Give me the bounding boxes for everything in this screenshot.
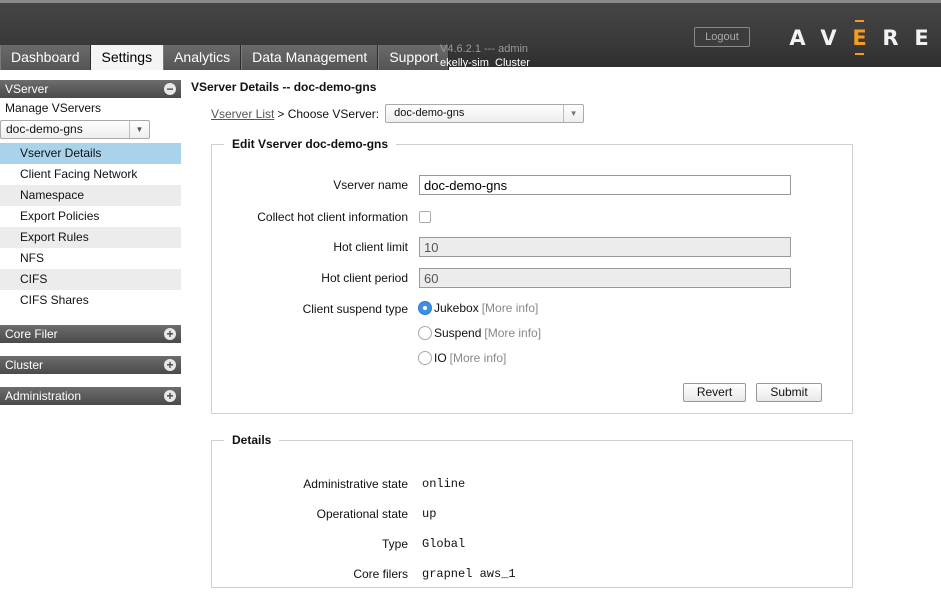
choose-vserver-value: doc-demo-gns xyxy=(394,107,464,119)
submit-button[interactable]: Submit xyxy=(756,383,822,402)
section-label: Cluster xyxy=(5,358,43,372)
sidebar-item-vserver-details[interactable]: Vserver Details xyxy=(0,143,181,164)
avere-logo: A V E R E xyxy=(782,23,937,53)
type-label: Type xyxy=(382,537,408,551)
choose-label: > Choose VServer: xyxy=(277,107,379,121)
page-title: VServer Details -- doc-demo-gns xyxy=(191,80,376,94)
logo-letter: R xyxy=(875,26,906,50)
radio-option-suspend[interactable]: Suspend [More info] xyxy=(418,326,541,340)
hot-limit-input[interactable] xyxy=(419,237,791,257)
version-text: V4.6.2.1 --- admin xyxy=(440,43,530,55)
sidebar-item-cifs[interactable]: CIFS xyxy=(0,269,181,290)
tab-analytics[interactable]: Analytics xyxy=(163,45,241,70)
expand-icon[interactable]: + xyxy=(164,390,176,402)
more-info-link[interactable]: [More info] xyxy=(482,301,539,315)
expand-icon[interactable]: + xyxy=(164,328,176,340)
tab-settings[interactable]: Settings xyxy=(91,45,164,70)
op-state-value: up xyxy=(422,507,436,521)
sidebar-item-export-policies[interactable]: Export Policies xyxy=(0,206,181,227)
hot-period-input[interactable] xyxy=(419,268,791,288)
details-legend: Details xyxy=(224,433,279,447)
radio-label: IO xyxy=(434,351,447,365)
sidebar-item-nfs[interactable]: NFS xyxy=(0,248,181,269)
hot-limit-label: Hot client limit xyxy=(333,240,408,254)
revert-button[interactable]: Revert xyxy=(683,383,746,402)
manage-vservers-label: Manage VServers xyxy=(0,98,181,119)
radio-label: Jukebox xyxy=(434,301,479,315)
tab-data-management[interactable]: Data Management xyxy=(241,45,378,70)
section-label: Administration xyxy=(5,389,81,403)
radio-button[interactable] xyxy=(418,351,432,365)
core-filers-label: Core filers xyxy=(353,567,408,581)
version-info: V4.6.2.1 --- admin ekelly-sim_Cluster xyxy=(440,43,530,69)
collapse-icon[interactable]: − xyxy=(164,83,176,95)
main-tabs: Dashboard Settings Analytics Data Manage… xyxy=(0,45,449,70)
vserver-chooser: Vserver List > Choose VServer: doc-demo-… xyxy=(211,104,584,123)
type-value: Global xyxy=(422,537,465,551)
sidebar-section-cluster[interactable]: Cluster + xyxy=(0,356,181,374)
tab-dashboard[interactable]: Dashboard xyxy=(0,45,91,70)
admin-state-label: Administrative state xyxy=(303,477,408,491)
expand-icon[interactable]: + xyxy=(164,359,176,371)
hot-period-label: Hot client period xyxy=(321,271,408,285)
sidebar-item-export-rules[interactable]: Export Rules xyxy=(0,227,181,248)
radio-label: Suspend xyxy=(434,326,481,340)
op-state-label: Operational state xyxy=(317,507,408,521)
sidebar-section-core-filer[interactable]: Core Filer + xyxy=(0,325,181,343)
vserver-menu: Vserver Details Client Facing Network Na… xyxy=(0,143,181,311)
collect-hot-checkbox[interactable] xyxy=(419,211,431,223)
app-header: Dashboard Settings Analytics Data Manage… xyxy=(0,0,941,67)
cluster-name: ekelly-sim_Cluster xyxy=(440,57,530,69)
edit-legend: Edit Vserver doc-demo-gns xyxy=(224,137,396,151)
sidebar-item-client-facing-network[interactable]: Client Facing Network xyxy=(0,164,181,185)
vserver-name-input[interactable] xyxy=(419,175,791,195)
chevron-down-icon: ▼ xyxy=(563,105,583,122)
choose-vserver-select[interactable]: doc-demo-gns ▼ xyxy=(385,104,584,123)
radio-button[interactable] xyxy=(418,326,432,340)
logo-letter-accent: E xyxy=(844,26,875,50)
logout-button[interactable]: Logout xyxy=(694,27,750,47)
logo-letter: A xyxy=(782,26,813,50)
core-filers-value: grapnel aws_1 xyxy=(422,567,516,581)
edit-vserver-panel: Edit Vserver doc-demo-gns Vserver name C… xyxy=(211,137,853,414)
admin-state-value: online xyxy=(422,477,465,491)
more-info-link[interactable]: [More info] xyxy=(450,351,507,365)
vserver-select[interactable]: doc-demo-gns ▼ xyxy=(0,120,150,139)
suspend-type-label: Client suspend type xyxy=(303,302,408,316)
radio-option-jukebox[interactable]: Jukebox [More info] xyxy=(418,301,538,315)
details-panel: Details Administrative state online Oper… xyxy=(211,433,853,588)
vserver-list-link[interactable]: Vserver List xyxy=(211,107,274,121)
tab-support[interactable]: Support xyxy=(378,45,449,70)
sidebar: VServer − Manage VServers doc-demo-gns ▼… xyxy=(0,80,181,405)
section-label: VServer xyxy=(5,82,48,96)
section-label: Core Filer xyxy=(5,327,58,341)
sidebar-item-namespace[interactable]: Namespace xyxy=(0,185,181,206)
chevron-down-icon: ▼ xyxy=(129,121,149,138)
vserver-name-label: Vserver name xyxy=(333,178,408,192)
more-info-link[interactable]: [More info] xyxy=(484,326,541,340)
sidebar-section-vserver[interactable]: VServer − xyxy=(0,80,181,98)
radio-option-io[interactable]: IO [More info] xyxy=(418,351,506,365)
sidebar-item-cifs-shares[interactable]: CIFS Shares xyxy=(0,290,181,311)
vserver-select-value: doc-demo-gns xyxy=(6,122,83,136)
collect-hot-label: Collect hot client information xyxy=(257,210,408,224)
logo-letter: E xyxy=(906,26,937,50)
sidebar-section-administration[interactable]: Administration + xyxy=(0,387,181,405)
radio-button[interactable] xyxy=(418,301,432,315)
logo-letter: V xyxy=(813,26,844,50)
